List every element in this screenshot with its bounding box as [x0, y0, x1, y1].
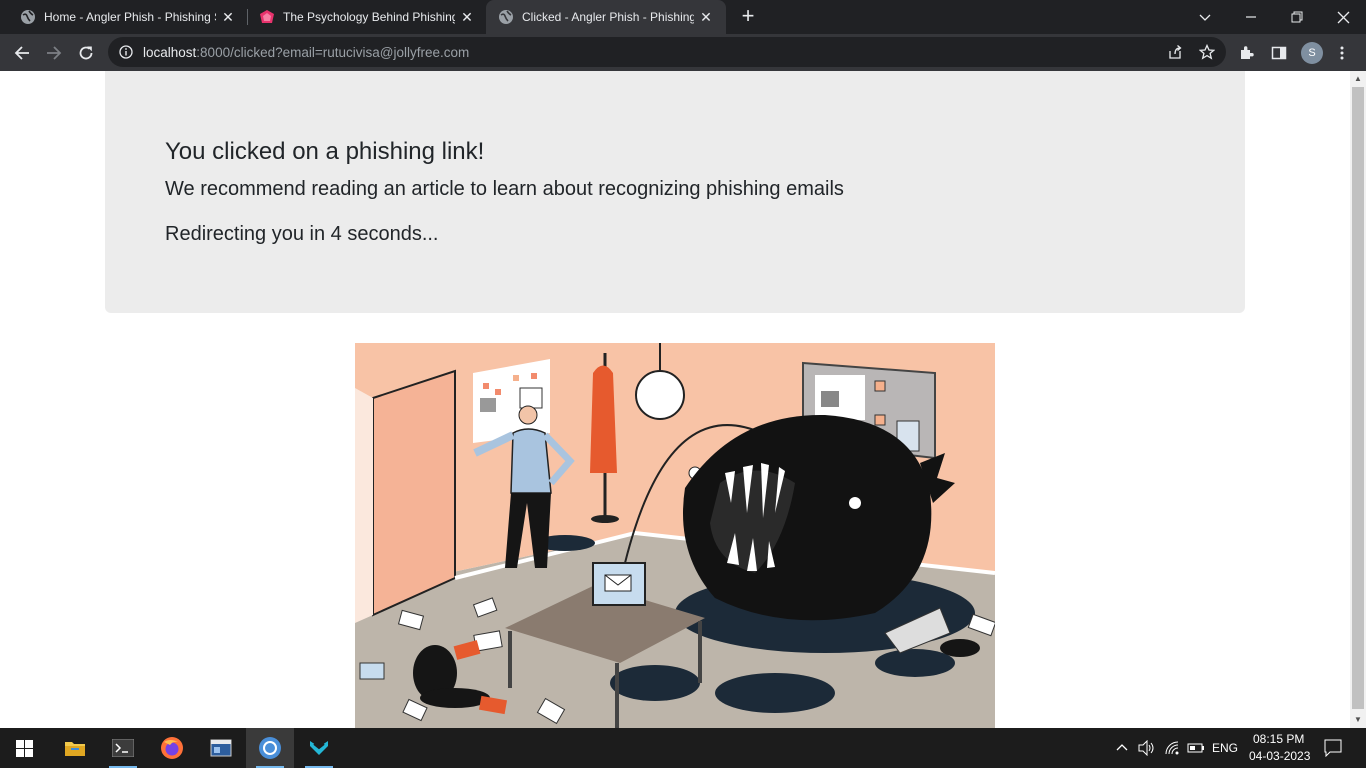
chrome-button[interactable]	[246, 728, 294, 768]
side-panel-icon	[1271, 46, 1287, 60]
close-window-button[interactable]	[1320, 0, 1366, 34]
chevron-up-icon[interactable]	[1116, 742, 1128, 754]
scroll-thumb[interactable]	[1352, 87, 1364, 709]
article-recommendation: We recommend reading an article to learn…	[165, 178, 844, 200]
windows-logo-icon	[15, 739, 33, 757]
terminal-button[interactable]	[99, 728, 147, 768]
restore-button[interactable]	[1274, 0, 1320, 34]
tab-psychology[interactable]: The Psychology Behind Phishing ✕	[239, 0, 486, 34]
globe-icon	[499, 10, 513, 24]
reload-button[interactable]	[73, 40, 99, 66]
tab-search-button[interactable]	[1182, 0, 1228, 34]
file-explorer-button[interactable]	[51, 728, 99, 768]
minimize-icon	[1246, 16, 1256, 18]
tab-title: The Psychology Behind Phishing	[283, 10, 455, 24]
new-tab-button[interactable]: +	[738, 5, 758, 27]
scroll-down-arrow-icon[interactable]: ▼	[1350, 712, 1366, 728]
url-path: :8000/clicked?email=rutucivisa@jollyfree…	[196, 45, 470, 60]
vertical-scrollbar[interactable]: ▲ ▼	[1350, 71, 1366, 728]
reload-icon	[79, 46, 93, 60]
folder-icon	[65, 742, 85, 756]
terminal-icon	[112, 739, 134, 757]
tab-clicked[interactable]: Clicked - Angler Phish - Phishing ✕	[486, 0, 726, 34]
clock-time[interactable]: 08:15 PM	[1253, 732, 1304, 746]
wifi-icon[interactable]	[1164, 740, 1180, 756]
globe-icon	[21, 10, 35, 24]
back-button[interactable]	[9, 40, 35, 66]
info-icon[interactable]	[119, 45, 133, 59]
menu-button[interactable]	[1329, 40, 1355, 66]
tab-title: Home - Angler Phish - Phishing S	[44, 10, 216, 24]
tab-title: Clicked - Angler Phish - Phishing	[522, 10, 694, 24]
vpn-app-button[interactable]	[295, 728, 343, 768]
bookmark-star-icon[interactable]	[1199, 44, 1215, 60]
scroll-up-arrow-icon[interactable]: ▲	[1350, 71, 1366, 87]
close-tab-icon[interactable]: ✕	[220, 9, 236, 25]
close-icon	[1337, 11, 1349, 23]
chrome-icon	[259, 737, 281, 759]
side-panel-button[interactable]	[1266, 40, 1292, 66]
app-button[interactable]	[197, 728, 245, 768]
article-site-icon	[260, 10, 274, 23]
browser-toolbar: localhost:8000/clicked?email=rutucivisa@…	[0, 34, 1366, 71]
notification-icon[interactable]	[1324, 739, 1342, 757]
tab-home[interactable]: Home - Angler Phish - Phishing S ✕	[0, 0, 245, 34]
arrow-right-icon	[47, 46, 62, 60]
close-tab-icon[interactable]: ✕	[698, 9, 714, 25]
language-indicator[interactable]: ENG	[1212, 741, 1238, 755]
extensions-button[interactable]	[1234, 40, 1260, 66]
more-vert-icon	[1340, 46, 1344, 60]
profile-avatar[interactable]: S	[1301, 42, 1323, 64]
redirect-countdown: Redirecting you in 4 seconds...	[165, 223, 439, 245]
puzzle-icon	[1241, 46, 1254, 59]
address-bar[interactable]: localhost:8000/clicked?email=rutucivisa@…	[108, 37, 1226, 67]
restore-icon	[1291, 11, 1303, 23]
shield-app-icon	[310, 741, 328, 755]
firefox-icon	[161, 737, 183, 759]
speaker-icon[interactable]	[1138, 740, 1156, 756]
window-app-icon	[210, 739, 232, 757]
windows-taskbar: ENG 08:15 PM 04-03-2023	[0, 728, 1366, 768]
close-tab-icon[interactable]: ✕	[459, 9, 475, 25]
tab-strip: Home - Angler Phish - Phishing S ✕ The P…	[0, 0, 1366, 34]
arrow-left-icon	[14, 46, 29, 60]
page-heading: You clicked on a phishing link!	[165, 138, 485, 165]
start-button[interactable]	[0, 728, 48, 768]
page-viewport: You clicked on a phishing link! We recom…	[0, 71, 1350, 728]
angler-fish-illustration	[355, 343, 995, 728]
share-icon[interactable]	[1167, 44, 1183, 60]
chevron-down-icon	[1199, 14, 1211, 21]
clock-date[interactable]: 04-03-2023	[1249, 749, 1310, 763]
minimize-button[interactable]	[1228, 0, 1274, 34]
url-text[interactable]: localhost:8000/clicked?email=rutucivisa@…	[143, 45, 469, 60]
firefox-button[interactable]	[148, 728, 196, 768]
alert-jumbotron: You clicked on a phishing link! We recom…	[105, 71, 1245, 313]
forward-button[interactable]	[41, 40, 67, 66]
url-host: localhost	[143, 45, 197, 60]
battery-icon[interactable]	[1187, 742, 1205, 754]
